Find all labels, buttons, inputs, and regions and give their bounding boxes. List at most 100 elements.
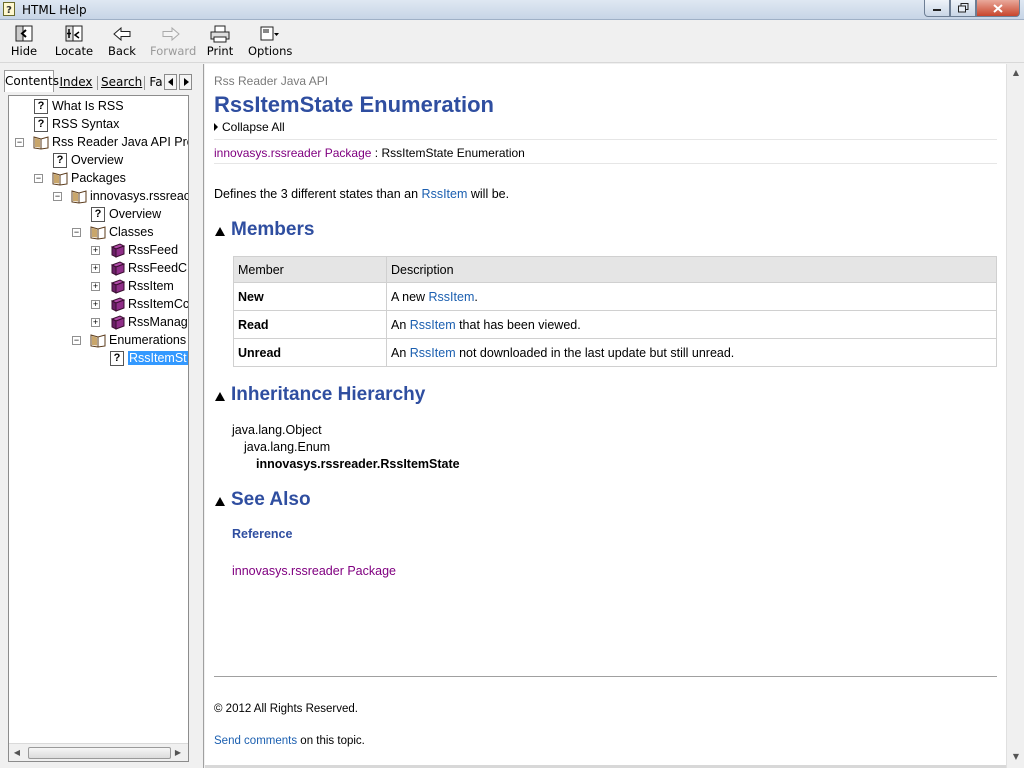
- tree-item-label: RSS Syntax: [52, 117, 120, 131]
- tree-item[interactable]: + RssFeedC: [9, 260, 188, 278]
- package-link[interactable]: innovasys.rssreader Package: [232, 564, 396, 578]
- closed-book-icon: [110, 243, 125, 258]
- tab-scroll-left[interactable]: [164, 74, 177, 90]
- collapse-toggle-icon[interactable]: −: [72, 336, 81, 345]
- svg-text:?: ?: [6, 5, 12, 16]
- scroll-down-icon[interactable]: ▼: [1011, 752, 1021, 762]
- topic-content: Rss Reader Java API RssItemState Enumera…: [205, 64, 1006, 765]
- tab-separator: [97, 76, 98, 90]
- tab-contents[interactable]: Contents: [4, 70, 59, 92]
- tree-item[interactable]: ? RSS Syntax: [9, 116, 188, 134]
- divider: [214, 163, 997, 164]
- send-comments-text: on this topic.: [297, 735, 365, 747]
- description-text: Defines the 3 different states than an: [214, 187, 422, 201]
- tree-item[interactable]: + RssFeed: [9, 242, 188, 260]
- desc-text: An: [391, 317, 410, 332]
- rssitem-link[interactable]: RssItem: [410, 318, 456, 332]
- scroll-up-icon[interactable]: ▲: [1011, 68, 1021, 78]
- member-description: A new RssItem.: [386, 282, 997, 311]
- rssitem-link[interactable]: RssItem: [422, 187, 468, 201]
- open-book-icon: [33, 136, 49, 150]
- collapse-triangle-icon: [215, 497, 225, 506]
- tab-index[interactable]: Index: [58, 72, 94, 92]
- tree-item[interactable]: ? Overview: [9, 206, 188, 224]
- collapse-toggle-icon[interactable]: −: [72, 228, 81, 237]
- column-header-description: Description: [386, 256, 997, 283]
- tab-scroll-right[interactable]: [179, 74, 192, 90]
- scroll-thumb[interactable]: [28, 747, 171, 759]
- tree-item[interactable]: − Enumerations: [9, 332, 188, 350]
- hierarchy-level-1: java.lang.Enum: [244, 440, 331, 454]
- help-app-icon: ?: [3, 2, 15, 16]
- tree-item[interactable]: + RssItem: [9, 278, 188, 296]
- expand-toggle-icon[interactable]: +: [91, 264, 100, 273]
- rssitem-link[interactable]: RssItem: [429, 290, 475, 304]
- table-header-row: Member Description: [233, 256, 997, 283]
- path-current: RssItemState Enumeration: [381, 146, 525, 160]
- options-button[interactable]: Options: [248, 23, 292, 61]
- hierarchy-level-2: innovasys.rssreader.RssItemState: [256, 457, 460, 471]
- rssitem-link[interactable]: RssItem: [410, 346, 456, 360]
- expand-toggle-icon[interactable]: +: [91, 300, 100, 309]
- tree-item-label: Packages: [71, 171, 126, 185]
- tree-item[interactable]: ? What Is RSS: [9, 98, 188, 116]
- expand-toggle-icon[interactable]: +: [91, 282, 100, 291]
- hierarchy-level-0: java.lang.Object: [232, 423, 322, 437]
- tree-item[interactable]: + RssManag: [9, 314, 188, 332]
- back-button[interactable]: Back: [106, 23, 138, 61]
- package-link[interactable]: innovasys.rssreader Package: [214, 146, 371, 160]
- scroll-right-icon[interactable]: ▶: [173, 748, 183, 758]
- tree-item[interactable]: − innovasys.rssreac: [9, 188, 188, 206]
- expand-toggle-icon[interactable]: +: [91, 318, 100, 327]
- tree-item[interactable]: − Packages: [9, 170, 188, 188]
- nav-tabs: Contents Index Search Fa: [2, 70, 196, 92]
- chevron-right-icon: [183, 78, 189, 86]
- locate-button[interactable]: Locate: [54, 23, 94, 61]
- tab-search[interactable]: Search: [101, 72, 142, 92]
- send-comments-link[interactable]: Send comments: [214, 735, 297, 747]
- tree-item-label: RssItem: [128, 279, 174, 293]
- collapse-all-label: Collapse All: [222, 120, 285, 134]
- member-name: New: [233, 282, 387, 311]
- print-button[interactable]: Print: [206, 23, 234, 61]
- navigation-pane: Contents Index Search Fa ? What Is RSS? RS…: [0, 64, 196, 768]
- tree-item-label: RssItemSt: [127, 350, 188, 366]
- vertical-scrollbar[interactable]: ▲ ▼: [1006, 64, 1024, 768]
- collapse-toggle-icon[interactable]: −: [53, 192, 62, 201]
- tree-item-label: RssFeed: [128, 243, 179, 257]
- toolbar: Hide Locate Back Forward Print Options: [0, 21, 1024, 63]
- collapse-toggle-icon[interactable]: −: [15, 138, 24, 147]
- members-heading: Members: [231, 219, 315, 240]
- expand-toggle-icon[interactable]: +: [91, 246, 100, 255]
- minimize-button[interactable]: [924, 0, 950, 17]
- close-button[interactable]: [976, 0, 1020, 17]
- inheritance-heading: Inheritance Hierarchy: [231, 384, 426, 405]
- tree-item[interactable]: − Rss Reader Java API Pro: [9, 134, 189, 152]
- forward-button[interactable]: Forward: [150, 23, 196, 61]
- contents-tree: ? What Is RSS? RSS Syntax − Rss Reader Java …: [8, 95, 189, 762]
- collapse-triangle-icon: [215, 227, 225, 236]
- closed-book-icon: [110, 279, 125, 294]
- tree-item[interactable]: + RssItemCc: [9, 296, 188, 314]
- expand-arrow-icon: [214, 123, 218, 131]
- tree-item-label: Rss Reader Java API Pro: [52, 135, 189, 149]
- tree-item[interactable]: − Classes: [9, 224, 188, 242]
- horizontal-scrollbar[interactable]: ◀ ▶: [9, 743, 188, 761]
- tree-item[interactable]: ? Overview: [9, 152, 188, 170]
- tab-favorites[interactable]: Fa: [148, 72, 164, 92]
- desc-text: A new: [391, 289, 429, 304]
- help-page-icon: ?: [91, 207, 105, 222]
- footer-divider: [214, 676, 997, 677]
- table-row: Unread An RssItem not downloaded in the …: [233, 338, 997, 367]
- tree-item[interactable]: ? RssItemSt: [9, 350, 188, 368]
- back-label: Back: [108, 44, 136, 58]
- hide-button[interactable]: Hide: [8, 23, 40, 61]
- tree-item-label: RssFeedC: [128, 261, 188, 275]
- scroll-left-icon[interactable]: ◀: [12, 748, 22, 758]
- collapse-toggle-icon[interactable]: −: [34, 174, 43, 183]
- tree-item-label: Overview: [71, 153, 124, 167]
- maximize-button[interactable]: [950, 0, 976, 17]
- forward-arrow-icon: [162, 26, 180, 42]
- pane-splitter[interactable]: [196, 64, 204, 768]
- collapse-all-link[interactable]: Collapse All: [214, 120, 285, 134]
